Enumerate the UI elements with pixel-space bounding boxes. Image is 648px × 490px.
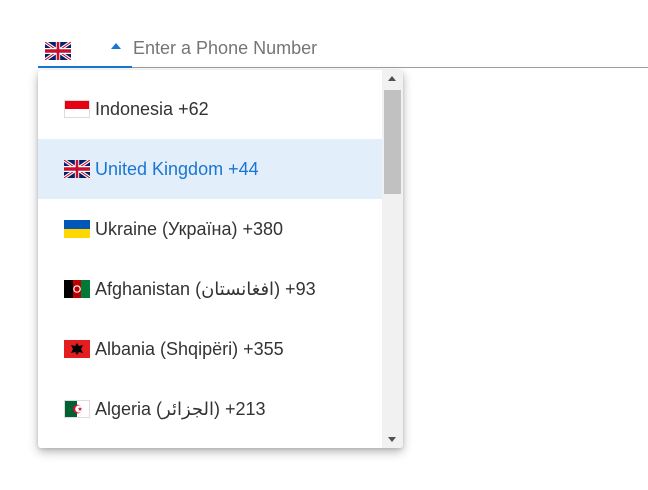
- country-selector[interactable]: [38, 30, 132, 68]
- country-option-algeria[interactable]: Algeria (‫الجزائر‬‎) +213: [38, 379, 382, 439]
- country-option-label: Algeria (‫الجزائر‬‎) +213: [95, 398, 266, 419]
- country-option-albania[interactable]: Albania (Shqipëri) +355: [38, 319, 382, 379]
- phone-number-input[interactable]: [132, 30, 648, 68]
- country-option-label: Indonesia +62: [95, 98, 209, 119]
- country-list: Indonesia +62 United Kingdom +44 Ukraine…: [38, 79, 382, 439]
- country-option-united-kingdom[interactable]: United Kingdom +44: [38, 139, 382, 199]
- scrollbar-thumb[interactable]: [384, 90, 401, 194]
- dropdown-scrollbar[interactable]: [382, 70, 403, 448]
- caret-up-icon: [111, 43, 121, 49]
- united-kingdom-flag-icon: [45, 42, 71, 60]
- scroll-up-arrow-icon[interactable]: [382, 70, 403, 87]
- scroll-down-arrow-icon[interactable]: [382, 431, 403, 448]
- country-option-label: Ukraine (Україна) +380: [95, 218, 284, 239]
- indonesia-flag-icon: [64, 100, 90, 118]
- afghanistan-flag-icon: [64, 280, 90, 298]
- country-option-label: United Kingdom +44: [95, 158, 259, 179]
- country-option-label: Afghanistan (‫افغانستان‬‎) +93: [95, 278, 316, 299]
- albania-flag-icon: [64, 340, 90, 358]
- country-dropdown: Indonesia +62 United Kingdom +44 Ukraine…: [38, 70, 403, 448]
- country-option-ukraine[interactable]: Ukraine (Україна) +380: [38, 199, 382, 259]
- country-option-label: Albania (Shqipëri) +355: [95, 338, 284, 359]
- algeria-flag-icon: [64, 400, 90, 418]
- country-option-afghanistan[interactable]: Afghanistan (‫افغانستان‬‎) +93: [38, 259, 382, 319]
- ukraine-flag-icon: [64, 220, 90, 238]
- country-option-indonesia[interactable]: Indonesia +62: [38, 79, 382, 139]
- phone-number-field: [0, 0, 648, 70]
- united-kingdom-flag-icon: [64, 160, 90, 178]
